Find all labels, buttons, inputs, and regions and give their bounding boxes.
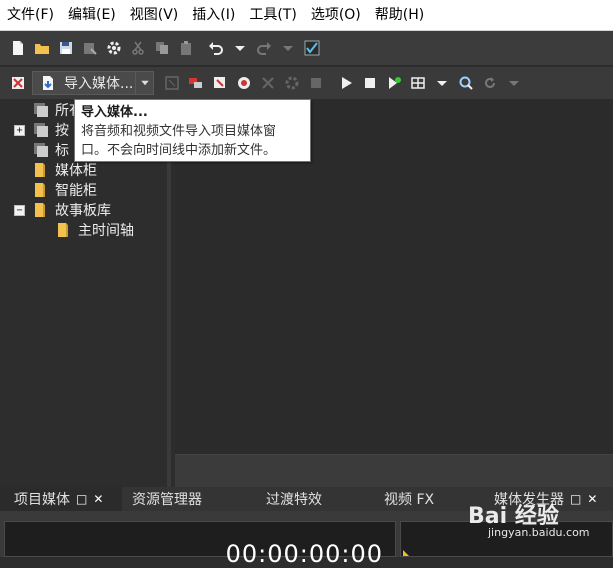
tree-item-label: 媒体柜	[55, 163, 97, 179]
new-file-icon[interactable]	[8, 38, 28, 58]
main-toolbar	[0, 31, 613, 66]
import-media-label: 导入媒体...	[64, 76, 134, 92]
web-media-icon[interactable]	[234, 73, 254, 93]
close-icon[interactable]: ✕	[93, 492, 103, 506]
media-collection-icon	[33, 102, 49, 118]
stop-icon[interactable]	[360, 73, 380, 93]
import-media-tooltip: 导入媒体... 将音频和视频文件导入项目媒体窗 口。不会向时间线中添加新文件。	[74, 99, 311, 162]
collapse-icon[interactable]: −	[14, 204, 25, 216]
tab-transitions[interactable]: 过渡特效	[252, 487, 370, 511]
menu-view[interactable]: 视图(V)	[123, 0, 186, 31]
get-media-icon[interactable]	[210, 73, 230, 93]
menu-edit[interactable]: 编辑(E)	[61, 0, 123, 31]
menu-bar: 文件(F) 编辑(E) 视图(V) 插入(I) 工具(T) 选项(O) 帮助(H…	[0, 0, 613, 31]
views-icon[interactable]	[408, 73, 428, 93]
tree-item-label: 智能柜	[55, 183, 97, 199]
media-properties-icon[interactable]	[186, 73, 206, 93]
tab-video-fx[interactable]: 视频 FX	[370, 487, 480, 511]
baidu-watermark-url: jingyan.baidu.com	[488, 526, 590, 539]
tab-label: 项目媒体	[14, 492, 70, 508]
media-collection-icon	[33, 142, 49, 158]
tab-label: 视频 FX	[384, 492, 435, 508]
close-icon[interactable]: ✕	[587, 492, 597, 506]
check-icon[interactable]	[302, 38, 322, 58]
refresh-icon[interactable]	[480, 73, 500, 93]
import-media-icon	[38, 73, 58, 93]
tree-item-storyboard-bins[interactable]: − 故事板库	[14, 200, 111, 220]
auto-preview-icon[interactable]	[384, 73, 404, 93]
undo-dropdown-icon[interactable]	[230, 38, 250, 58]
media-tags-icon[interactable]	[306, 73, 326, 93]
tree-item-label: 按	[55, 123, 69, 139]
chevron-down-icon[interactable]	[135, 72, 153, 94]
tree-item-label: 标	[55, 143, 69, 159]
tab-explorer[interactable]: 资源管理器	[122, 487, 252, 511]
maximize-icon[interactable]: □	[76, 492, 87, 506]
tree-item-all-media[interactable]: 所有	[14, 100, 83, 120]
refresh-dropdown-icon[interactable]	[504, 73, 524, 93]
marker-icon	[403, 550, 409, 556]
tooltip-body-line-2: 口。不会向时间线中添加新文件。	[81, 143, 277, 158]
search-icon[interactable]	[456, 73, 476, 93]
folder-icon	[33, 202, 47, 218]
tree-item-tags[interactable]: 标	[14, 140, 69, 160]
folder-icon	[33, 162, 47, 178]
media-summary-bar	[175, 454, 613, 487]
folder-icon	[33, 182, 47, 198]
menu-insert[interactable]: 插入(I)	[185, 0, 242, 31]
tree-item-label: 主时间轴	[78, 223, 134, 239]
expand-icon[interactable]: +	[14, 124, 25, 136]
trimmer-panel[interactable]: 00:00:00:00	[4, 521, 396, 568]
tab-label: 过渡特效	[266, 492, 322, 508]
tree-item-by-type[interactable]: + 按	[14, 120, 69, 140]
views-dropdown-icon[interactable]	[432, 73, 452, 93]
folder-icon	[56, 222, 70, 238]
menu-tools[interactable]: 工具(T)	[242, 0, 303, 31]
menu-file[interactable]: 文件(F)	[0, 0, 61, 31]
tab-project-media[interactable]: 项目媒体 □ ✕	[0, 487, 122, 511]
media-fx-icon[interactable]	[282, 73, 302, 93]
tree-item-media-bins[interactable]: 媒体柜	[14, 160, 97, 180]
undo-icon[interactable]	[206, 38, 226, 58]
remove-unused-icon[interactable]	[8, 73, 28, 93]
project-media-toolbar: 导入媒体...	[0, 67, 613, 99]
menu-help[interactable]: 帮助(H)	[368, 0, 431, 31]
tree-item-main-timeline[interactable]: 主时间轴	[56, 220, 134, 240]
copy-icon[interactable]	[152, 38, 172, 58]
cut-icon[interactable]	[128, 38, 148, 58]
save-icon[interactable]	[56, 38, 76, 58]
play-icon[interactable]	[336, 73, 356, 93]
render-icon[interactable]	[80, 38, 100, 58]
redo-icon[interactable]	[254, 38, 274, 58]
tooltip-body-line-1: 将音频和视频文件导入项目媒体窗	[81, 124, 277, 139]
import-media-dropdown[interactable]: 导入媒体...	[32, 71, 154, 95]
maximize-icon[interactable]: □	[570, 492, 581, 506]
timecode-display: 00:00:00:00	[225, 540, 383, 568]
menu-options[interactable]: 选项(O)	[304, 0, 368, 31]
open-folder-icon[interactable]	[32, 38, 52, 58]
capture-icon[interactable]	[162, 73, 182, 93]
redo-dropdown-icon[interactable]	[278, 38, 298, 58]
tree-item-smart-bins[interactable]: 智能柜	[14, 180, 97, 200]
properties-gear-icon[interactable]	[104, 38, 124, 58]
tab-label: 资源管理器	[132, 492, 202, 508]
paste-icon[interactable]	[176, 38, 196, 58]
tooltip-title: 导入媒体...	[81, 105, 148, 120]
delete-icon[interactable]	[258, 73, 278, 93]
tree-item-label: 故事板库	[55, 203, 111, 219]
media-collection-icon	[33, 122, 49, 138]
